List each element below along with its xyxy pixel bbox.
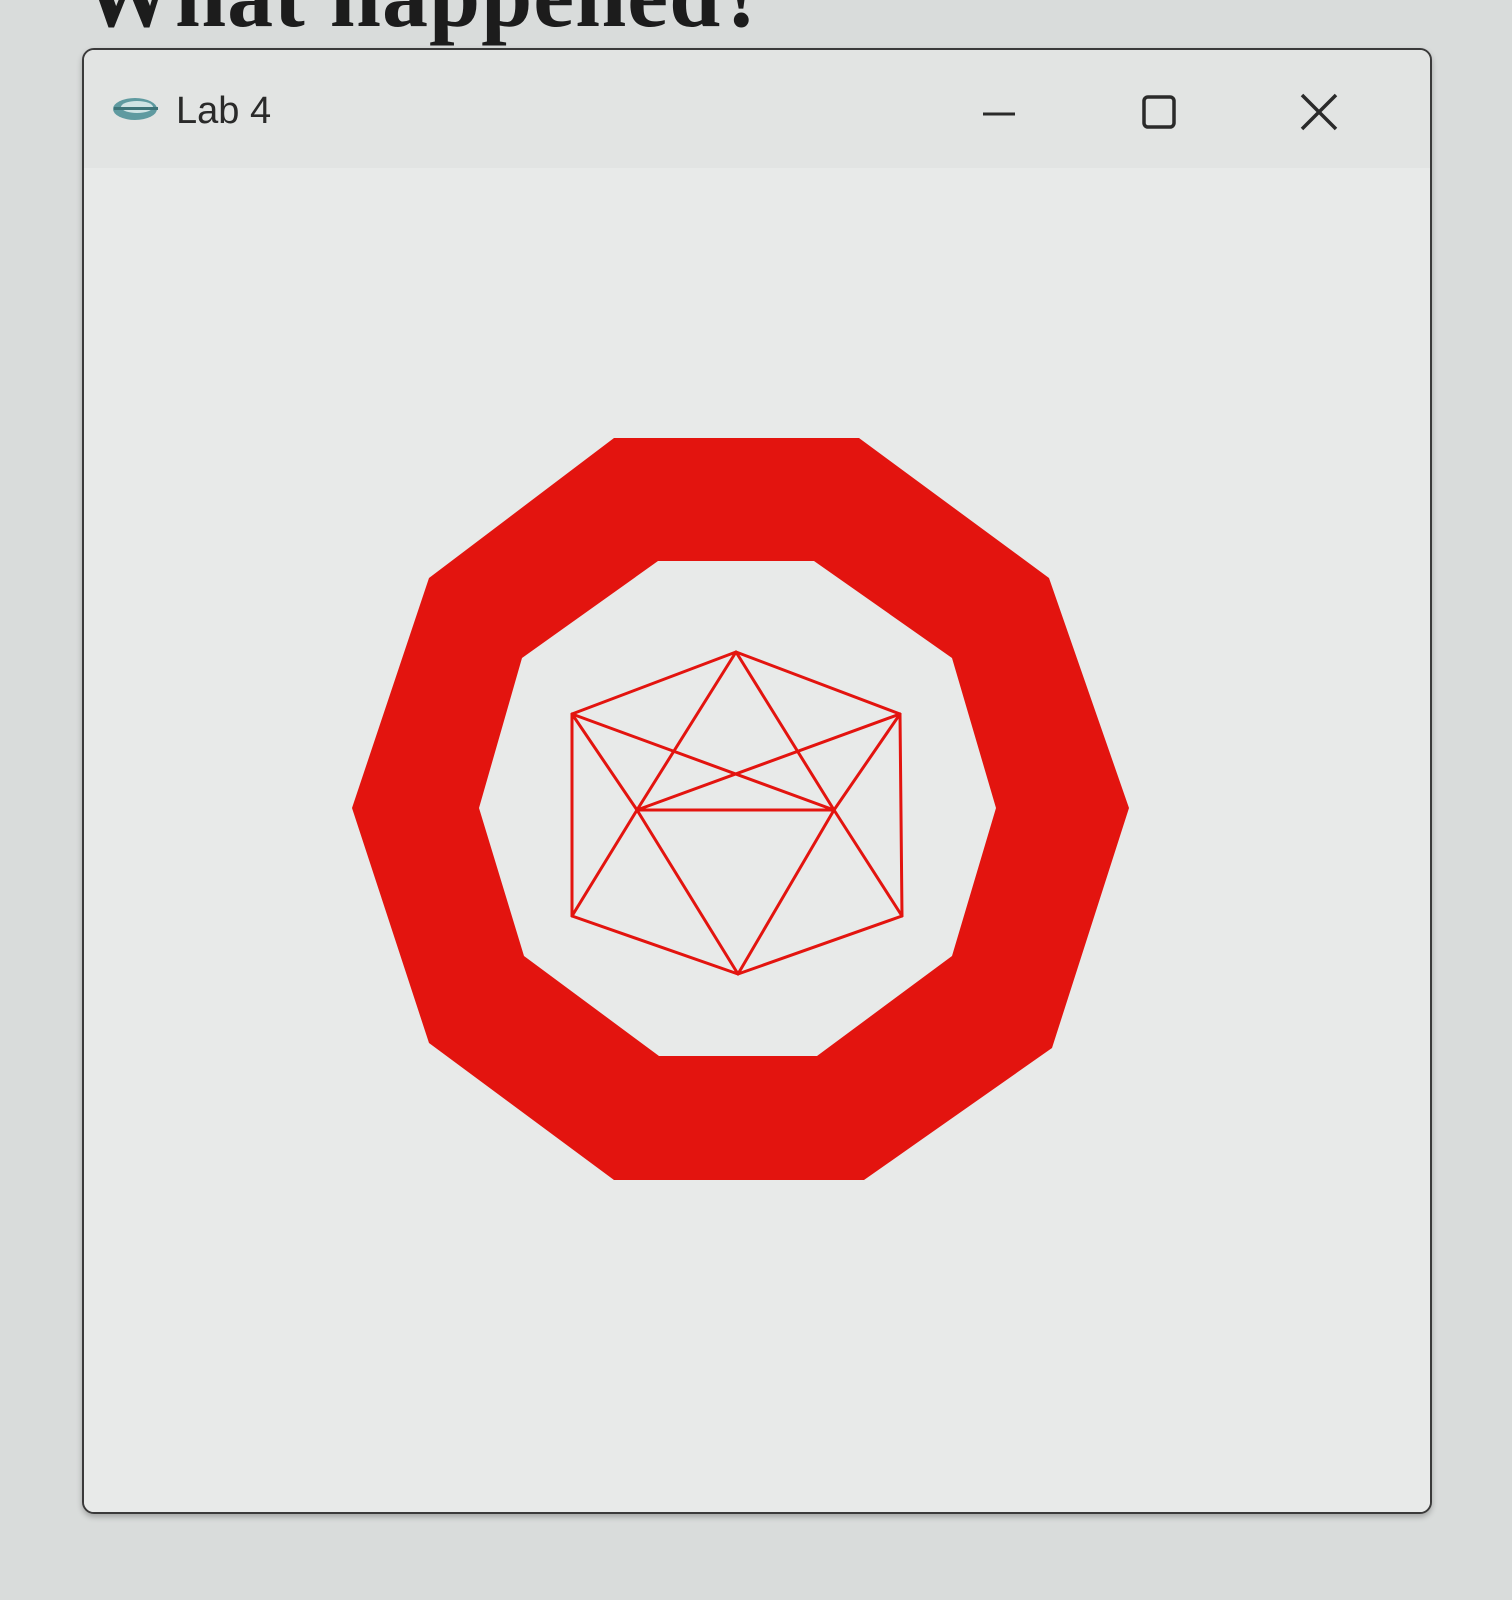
wire-edge — [570, 712, 836, 812]
drawing-canvas — [84, 168, 1430, 1512]
close-icon — [1300, 93, 1338, 131]
icosahedron-outline — [570, 650, 904, 976]
wire-edge — [570, 712, 639, 812]
eclipse-icon — [113, 98, 158, 120]
minimize-icon — [983, 112, 1015, 116]
drawing-svg — [352, 438, 1129, 1180]
wire-edge — [635, 650, 738, 812]
icosahedron-wireframe — [570, 650, 904, 976]
close-button[interactable] — [1264, 72, 1374, 152]
wire-edge — [635, 712, 902, 812]
window-title: Lab 4 — [176, 90, 272, 132]
minimize-button[interactable] — [944, 72, 1054, 152]
wire-edge — [832, 712, 902, 812]
maximize-button[interactable] — [1104, 72, 1214, 152]
wire-edge — [736, 808, 836, 976]
maximize-icon — [1142, 95, 1176, 129]
wire-edge — [734, 650, 836, 812]
title-bar[interactable]: Lab 4 — [84, 50, 1430, 168]
page-heading: What happened? — [82, 0, 768, 48]
wire-edge — [570, 808, 639, 918]
wire-edge — [635, 808, 740, 976]
wire-edge — [832, 808, 904, 918]
app-window: Lab 4 — [82, 48, 1432, 1514]
